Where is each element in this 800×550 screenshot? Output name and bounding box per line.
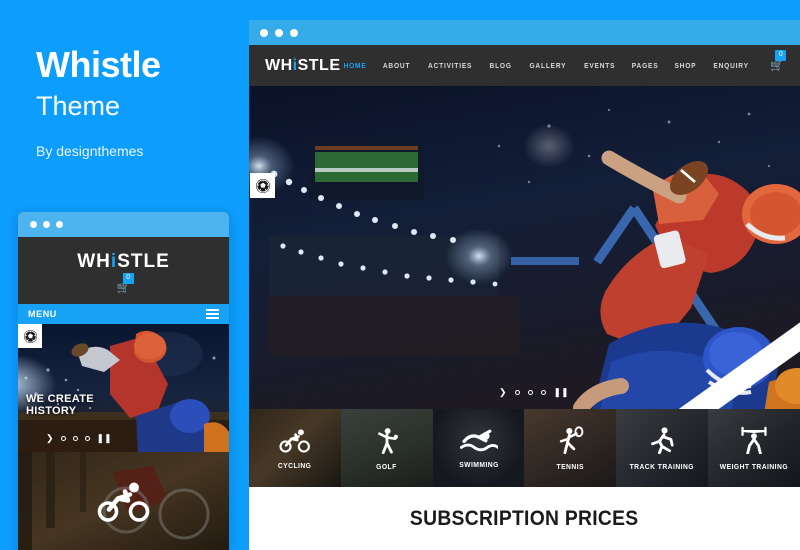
mobile-preview-window: WHiSTLE 0 🛒 MENU WE CREATE HISTORY ❯ ❚❚ xyxy=(18,212,229,550)
subscription-title: SUBSCRIPTION PRICES xyxy=(410,507,639,530)
weightlifting-icon xyxy=(738,426,770,459)
category-label: CYCLING xyxy=(278,460,312,470)
nav-item-pages[interactable]: PAGES xyxy=(632,61,659,70)
main-navigation: HOME ABOUT ACTIVITIES BLOG GALLERY EVENT… xyxy=(342,50,787,72)
category-cycling[interactable]: CYCLING xyxy=(249,409,341,487)
nav-item-blog[interactable]: BLOG xyxy=(490,61,512,70)
mobile-soccer-ball-badge[interactable] xyxy=(18,324,42,348)
slider-dot-1[interactable] xyxy=(60,436,66,441)
window-dot-minimize[interactable] xyxy=(275,28,283,37)
window-dot-close[interactable] xyxy=(30,221,37,228)
window-dot-minimize[interactable] xyxy=(43,221,50,228)
slider-dot-2[interactable] xyxy=(527,390,533,395)
mobile-cart-badge: 0 xyxy=(122,273,134,284)
category-tennis[interactable]: TENNIS xyxy=(524,409,617,487)
chevron-right-icon[interactable]: ❯ xyxy=(499,387,507,398)
tennis-icon xyxy=(556,425,584,459)
logo-suffix: STLE xyxy=(117,251,170,272)
desktop-logo[interactable]: WHiSTLE xyxy=(265,57,341,75)
nav-item-gallery[interactable]: GALLERY xyxy=(529,61,566,70)
nav-item-events[interactable]: EVENTS xyxy=(584,61,615,70)
category-label: TRACK TRAINING xyxy=(630,461,695,471)
pause-icon[interactable]: ❚❚ xyxy=(554,387,569,398)
running-icon xyxy=(649,426,675,459)
soccer-ball-icon xyxy=(23,329,37,343)
swimming-icon xyxy=(459,428,499,457)
mobile-menu-label: MENU xyxy=(28,309,57,319)
slider-dot-2[interactable] xyxy=(72,436,78,441)
cycling-icon xyxy=(96,478,152,527)
slider-dot-3[interactable] xyxy=(540,390,546,395)
nav-item-shop[interactable]: SHOP xyxy=(675,61,697,70)
subscription-section: SUBSCRIPTION PRICES xyxy=(249,487,800,550)
slider-dot-3[interactable] xyxy=(84,436,90,441)
soccer-ball-icon xyxy=(255,178,270,193)
promo-block: Whistle Theme By designthemes xyxy=(36,44,236,160)
category-label: TENNIS xyxy=(556,461,585,471)
nav-item-enquiry[interactable]: ENQUIRY xyxy=(714,61,749,70)
window-dot-maximize[interactable] xyxy=(290,28,298,37)
desktop-cart-button[interactable]: 0 🛒 xyxy=(770,50,787,72)
desktop-preview-window: WHiSTLE HOME ABOUT ACTIVITIES BLOG GALLE… xyxy=(249,20,800,550)
category-label: SWIMMING xyxy=(458,459,499,469)
nav-item-about[interactable]: ABOUT xyxy=(383,61,410,70)
category-label: GOLF xyxy=(376,461,398,471)
desktop-site-header: WHiSTLE HOME ABOUT ACTIVITIES BLOG GALLE… xyxy=(249,45,800,86)
mobile-menu-bar[interactable]: MENU xyxy=(18,304,229,324)
category-swimming[interactable]: SWIMMING xyxy=(432,409,525,487)
pause-icon[interactable]: ❚❚ xyxy=(97,433,112,444)
mobile-hero-slider: WE CREATE HISTORY ❯ ❚❚ xyxy=(18,324,229,452)
hero-image xyxy=(249,86,800,409)
category-track-training[interactable]: TRACK TRAINING xyxy=(616,409,709,487)
mobile-category-tile[interactable] xyxy=(18,452,229,550)
desktop-titlebar xyxy=(249,20,800,45)
mobile-cart-button[interactable]: 0 🛒 xyxy=(117,273,134,294)
nav-item-home[interactable]: HOME xyxy=(344,61,367,70)
desktop-hero-slider: ❯ ❚❚ xyxy=(249,86,800,409)
slogan-line-2: HISTORY xyxy=(26,405,77,418)
chevron-right-icon[interactable]: ❯ xyxy=(46,433,54,444)
category-strip: CYCLING GOLF SWIMMING TENNIS TRACK TRAIN… xyxy=(249,409,800,487)
nav-item-activities[interactable]: ACTIVITIES xyxy=(428,61,472,70)
desktop-cart-badge: 0 xyxy=(775,50,787,61)
mobile-hero-slogan: WE CREATE HISTORY xyxy=(26,393,94,418)
hero-slider-controls: ❯ ❚❚ xyxy=(499,387,569,398)
promo-subtitle: Theme xyxy=(36,90,121,121)
category-label: WEIGHT TRAINING xyxy=(719,461,789,471)
category-golf[interactable]: GOLF xyxy=(340,409,433,487)
mobile-slider-controls: ❯ ❚❚ xyxy=(46,433,112,444)
category-weight-training[interactable]: WEIGHT TRAINING xyxy=(708,409,800,487)
slogan-line-1: WE CREATE xyxy=(26,392,94,405)
slider-dot-1[interactable] xyxy=(514,390,520,395)
hero-soccer-ball-badge[interactable] xyxy=(250,173,275,198)
window-dot-maximize[interactable] xyxy=(56,221,63,228)
logo-suffix: STLE xyxy=(297,56,341,74)
page-root: Whistle Theme By designthemes WHiSTLE 0 … xyxy=(0,0,800,550)
mobile-site-header: WHiSTLE 0 🛒 xyxy=(18,237,229,304)
logo-prefix: WH xyxy=(265,56,293,74)
logo-prefix: WH xyxy=(77,251,111,272)
golf-icon xyxy=(374,426,400,459)
cycling-icon xyxy=(278,427,312,458)
window-dot-close[interactable] xyxy=(260,28,268,37)
mobile-logo[interactable]: WHiSTLE xyxy=(77,251,170,273)
promo-author: By designthemes xyxy=(36,143,144,160)
page-title: Whistle xyxy=(36,44,161,85)
mobile-titlebar xyxy=(18,212,229,237)
hamburger-icon[interactable] xyxy=(206,309,219,319)
